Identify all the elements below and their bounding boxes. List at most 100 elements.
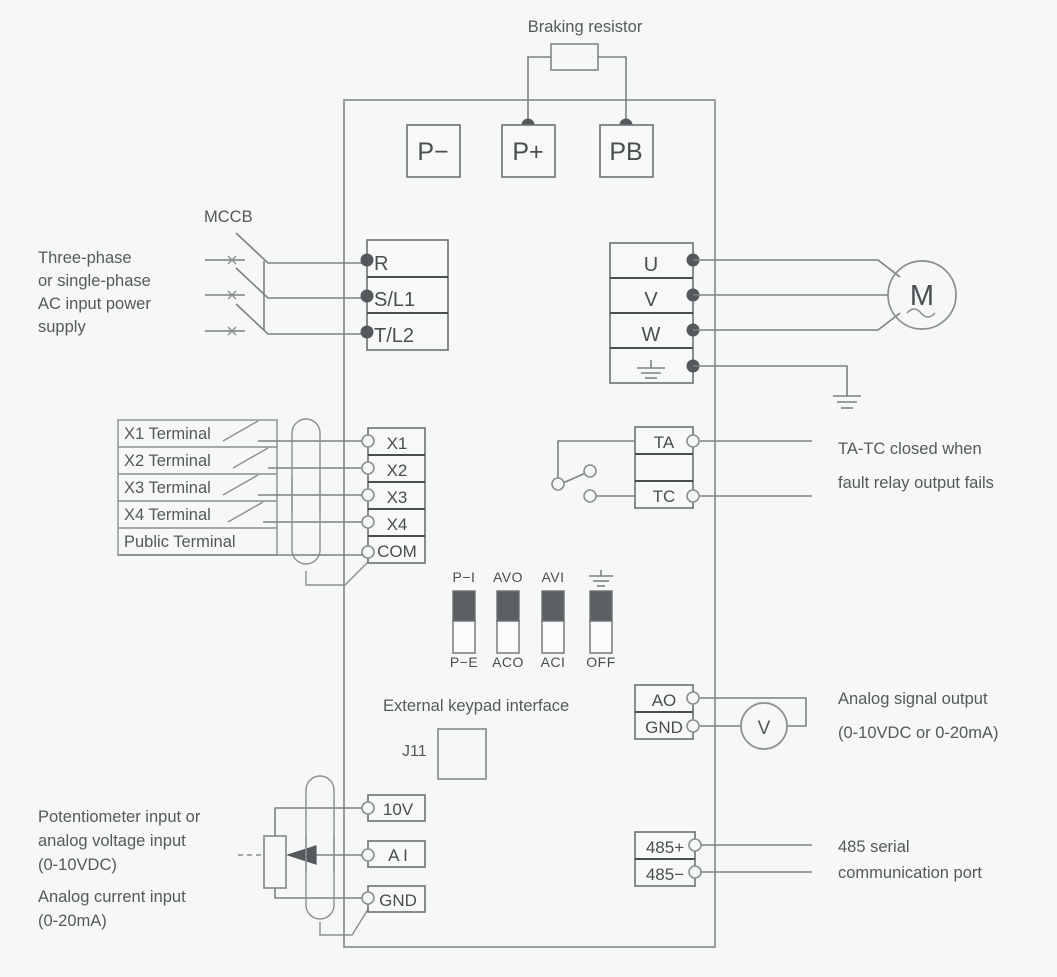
wiring-canvas: Braking resistor P− P+ PB MCCB Three-pha… bbox=[38, 18, 998, 948]
analog-input-desc-line-2: analog voltage input bbox=[38, 832, 186, 850]
terminal-pb-label: PB bbox=[609, 138, 642, 166]
terminal-ring-tc bbox=[686, 489, 700, 503]
dip-switch-3-top-position[interactable] bbox=[541, 590, 565, 622]
analog-input-desc-line-4: Analog current input bbox=[38, 888, 186, 906]
terminal-ring-ta bbox=[686, 434, 700, 448]
relay-note-line-1: TA-TC closed when bbox=[838, 440, 982, 458]
junction-dot-t bbox=[360, 325, 374, 339]
terminal-485-minus-label: 485− bbox=[646, 865, 684, 884]
dip-switch-2-top-position[interactable] bbox=[496, 590, 520, 622]
keypad-connector-j11[interactable] bbox=[437, 728, 487, 780]
junction-dot-r bbox=[360, 253, 374, 267]
terminal-gnd-ao-label: GND bbox=[645, 718, 683, 737]
power-input-desc-line-4: supply bbox=[38, 318, 86, 336]
terminal-ring-ai bbox=[361, 848, 375, 862]
wire-pot-bottom-to-gnd bbox=[274, 888, 368, 899]
dip-switch-2-top-label: AVO bbox=[493, 569, 523, 585]
junction-dot-s bbox=[360, 289, 374, 303]
earth-ground-icon bbox=[833, 395, 861, 409]
terminal-u-label: U bbox=[644, 254, 658, 276]
terminal-ring-ao bbox=[686, 691, 700, 705]
potentiometer-wiper-icon bbox=[286, 845, 368, 865]
wire-w-to-motor bbox=[693, 312, 901, 331]
digital-input-label-x1: X1 Terminal bbox=[124, 425, 211, 443]
analog-output-note-line-1: Analog signal output bbox=[838, 690, 988, 708]
analog-input-desc-line-1: Potentiometer input or bbox=[38, 808, 201, 826]
breaker-pole-1 bbox=[235, 232, 367, 264]
mccb-label: MCCB bbox=[204, 208, 253, 226]
terminal-ring-x2 bbox=[361, 461, 375, 475]
terminal-ring-x3 bbox=[361, 488, 375, 502]
terminal-ring-gnd-analog bbox=[361, 891, 375, 905]
terminal-ring-x1 bbox=[361, 434, 375, 448]
terminal-485-plus-label: 485+ bbox=[646, 838, 684, 857]
dip-switch-4-ground-icon bbox=[589, 570, 613, 587]
dip-switch-1-bottom-position[interactable] bbox=[452, 620, 476, 654]
switch-arm-x1 bbox=[222, 420, 259, 442]
power-input-desc-line-1: Three-phase bbox=[38, 249, 132, 267]
dip-switch-1-top-position[interactable] bbox=[452, 590, 476, 622]
dip-switch-1-bottom-label: P−E bbox=[450, 654, 478, 670]
breaker-pole-3 bbox=[235, 303, 367, 335]
terminal-t-l2-label: T/L2 bbox=[374, 325, 414, 347]
vfd-wiring-diagram: Braking resistor P− P+ PB MCCB Three-pha… bbox=[0, 0, 1057, 977]
terminal-x3-label: X3 bbox=[387, 488, 408, 507]
wire-motor-ground bbox=[693, 365, 848, 396]
braking-resistor-label: Braking resistor bbox=[528, 18, 643, 36]
digital-input-label-x3: X3 Terminal bbox=[124, 479, 211, 497]
terminal-ring-485-plus bbox=[688, 838, 702, 852]
terminal-p-plus-label: P+ bbox=[512, 138, 543, 166]
terminal-x1-label: X1 bbox=[387, 434, 408, 453]
switch-arm-x2 bbox=[232, 447, 269, 469]
wire-resistor-to-pb bbox=[598, 56, 627, 125]
dip-switch-3-top-label: AVI bbox=[541, 569, 564, 585]
analog-input-desc-line-3: (0-10VDC) bbox=[38, 856, 117, 874]
breaker-pole-2 bbox=[235, 267, 367, 299]
shield-drain-digital bbox=[305, 557, 373, 586]
terminal-ring-gnd-ao bbox=[686, 719, 700, 733]
terminal-ring-x4 bbox=[361, 515, 375, 529]
digital-input-label-x2: X2 Terminal bbox=[124, 452, 211, 470]
terminal-ao-label: AO bbox=[652, 691, 677, 710]
relay-contact-pivot bbox=[551, 477, 565, 491]
dip-switch-1-top-label: P−I bbox=[453, 569, 476, 585]
terminal-p-minus-label: P− bbox=[417, 138, 448, 166]
terminal-r-label: R bbox=[374, 253, 388, 275]
analog-input-desc-line-5: (0-20mA) bbox=[38, 912, 107, 930]
voltmeter-symbol-label: V bbox=[758, 718, 771, 739]
terminal-ai-label: A I bbox=[388, 846, 408, 865]
dip-switch-2-bottom-position[interactable] bbox=[496, 620, 520, 654]
potentiometer-symbol[interactable] bbox=[263, 835, 287, 889]
dip-switch-4-bottom-label: OFF bbox=[586, 654, 616, 670]
terminal-ring-485-minus bbox=[688, 865, 702, 879]
terminal-tc-label: TC bbox=[653, 487, 676, 506]
dip-switch-3-bottom-label: ACI bbox=[541, 654, 566, 670]
dip-switch-4-bottom-position[interactable] bbox=[589, 620, 613, 654]
wire-u-to-motor bbox=[693, 259, 901, 278]
relay-note-line-2: fault relay output fails bbox=[838, 474, 994, 492]
terminal-com-label: COM bbox=[377, 542, 417, 561]
dip-switch-2-bottom-label: ACO bbox=[492, 654, 524, 670]
serial-note-line-1: 485 serial bbox=[838, 838, 910, 856]
serial-note-line-2: communication port bbox=[838, 864, 982, 882]
terminal-x2-label: X2 bbox=[387, 461, 408, 480]
switch-arm-x3 bbox=[222, 474, 259, 496]
dip-switch-3-bottom-position[interactable] bbox=[541, 620, 565, 654]
keypad-interface-label: External keypad interface bbox=[383, 697, 569, 715]
dip-switch-4-top-position[interactable] bbox=[589, 590, 613, 622]
analog-output-note-line-2: (0-10VDC or 0-20mA) bbox=[838, 724, 998, 742]
motor-symbol-label: M bbox=[910, 280, 934, 312]
digital-input-label-x4: X4 Terminal bbox=[124, 506, 211, 524]
relay-contact-nc-point bbox=[583, 489, 597, 503]
power-input-desc-line-3: AC input power bbox=[38, 295, 151, 313]
terminal-gnd-analog-label: GND bbox=[379, 891, 417, 910]
wire-ao-to-meter bbox=[700, 697, 807, 727]
terminal-w-label: W bbox=[642, 324, 661, 346]
terminal-v-label: V bbox=[644, 289, 658, 311]
terminal-ring-10v bbox=[361, 801, 375, 815]
terminal-ta-label: TA bbox=[654, 433, 675, 452]
terminal-10v-label: 10V bbox=[383, 800, 414, 819]
braking-resistor-symbol bbox=[550, 43, 599, 71]
terminal-ring-com bbox=[361, 545, 375, 559]
wire-resistor-to-pplus bbox=[527, 56, 551, 125]
